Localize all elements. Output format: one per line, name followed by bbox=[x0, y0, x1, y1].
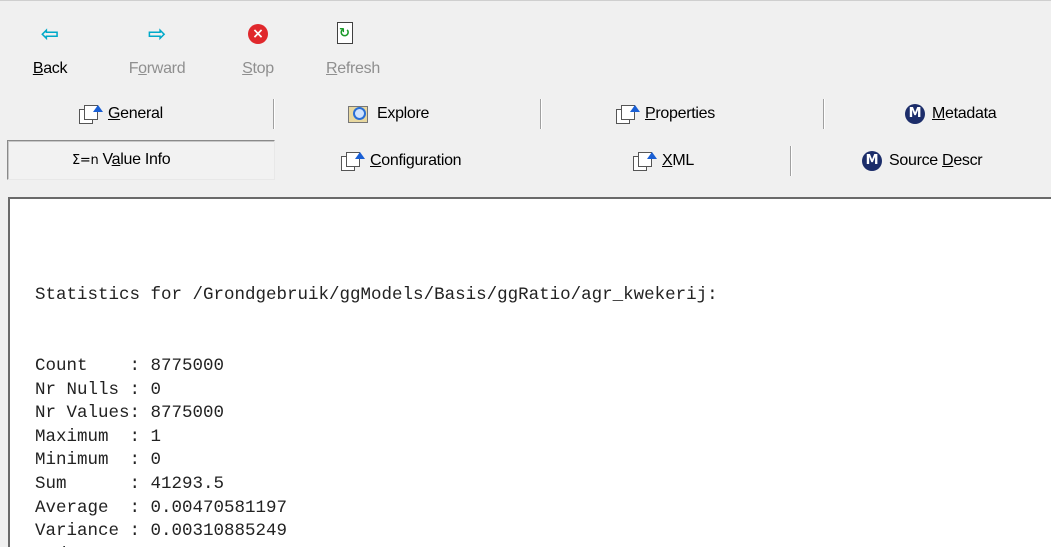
refresh-icon bbox=[337, 22, 353, 44]
forward-label: Forward bbox=[128, 60, 186, 77]
statistic-value: 8775000 bbox=[150, 355, 225, 376]
statistic-label: Average bbox=[35, 497, 130, 518]
tab-value-info-label: Value Info bbox=[102, 151, 171, 168]
forward-arrow-icon: ⇨ bbox=[147, 21, 167, 46]
tab-separator bbox=[540, 99, 542, 129]
statistic-value: 0 bbox=[150, 379, 162, 400]
statistic-row: Maximum : 1 bbox=[35, 426, 718, 450]
statistic-label: Variance bbox=[35, 521, 130, 542]
statistic-row: Sum : 41293.5 bbox=[35, 473, 718, 497]
statistic-separator: : bbox=[129, 355, 151, 376]
tab-source-descr[interactable]: M Source Descr bbox=[862, 147, 983, 175]
statistic-separator: : bbox=[129, 450, 151, 471]
tab-general-label: General bbox=[108, 105, 163, 122]
forward-button[interactable]: ⇨ Forward bbox=[118, 18, 196, 84]
statistic-separator: : bbox=[129, 521, 151, 542]
explore-icon bbox=[348, 105, 370, 123]
refresh-label: Refresh bbox=[326, 60, 380, 77]
statistic-label: Sum bbox=[35, 473, 130, 494]
statistic-row: Variance : 0.00310885249 bbox=[35, 520, 718, 544]
tab-general[interactable]: General bbox=[79, 100, 163, 128]
statistic-separator: : bbox=[129, 379, 151, 400]
metadata-icon: M bbox=[905, 103, 925, 124]
statistic-row: Average : 0.00470581197 bbox=[35, 497, 718, 521]
tab-separator bbox=[823, 99, 825, 129]
statistic-value: 0.00470581197 bbox=[150, 497, 288, 518]
statistic-separator: : bbox=[129, 403, 151, 424]
statistic-label: Count bbox=[35, 355, 130, 376]
tab-explore-label: Explore bbox=[377, 105, 430, 122]
statistic-label: Nr Values bbox=[35, 403, 130, 424]
value-info-panel: Statistics for /Grondgebruik/ggModels/Ba… bbox=[8, 197, 1051, 547]
tab-xml-label: XML bbox=[662, 152, 695, 169]
tab-separator bbox=[273, 99, 275, 129]
statistic-value: 0 bbox=[150, 450, 162, 471]
tab-metadata[interactable]: M Metadata bbox=[905, 100, 997, 128]
back-button[interactable]: ⇦ Back bbox=[32, 18, 68, 84]
tab-xml[interactable]: XML bbox=[633, 147, 694, 175]
tab-explore[interactable]: Explore bbox=[348, 100, 429, 128]
statistic-separator: : bbox=[129, 473, 151, 494]
properties-sheet-icon bbox=[616, 104, 640, 124]
statistic-row: Minimum : 0 bbox=[35, 449, 718, 473]
statistic-separator: : bbox=[129, 497, 151, 518]
statistics-text: Statistics for /Grondgebruik/ggModels/Ba… bbox=[35, 237, 718, 547]
stop-button[interactable]: × Stop bbox=[234, 18, 282, 84]
tab-properties-label: Properties bbox=[645, 105, 715, 122]
statistics-header: Statistics for /Grondgebruik/ggModels/Ba… bbox=[35, 285, 718, 306]
statistic-value: 1 bbox=[150, 426, 162, 447]
navigation-toolbar: ⇦ Back ⇨ Forward × Stop Refresh bbox=[0, 18, 1051, 86]
tab-configuration[interactable]: Configuration bbox=[341, 147, 462, 175]
statistic-separator: : bbox=[129, 426, 151, 447]
stop-label: Stop bbox=[242, 60, 274, 77]
tab-configuration-label: Configuration bbox=[370, 152, 462, 169]
sigma-icon: Σ=n bbox=[72, 153, 99, 168]
stop-icon: × bbox=[248, 24, 268, 44]
statistic-value: 8775000 bbox=[150, 403, 225, 424]
properties-sheet-icon bbox=[633, 151, 657, 171]
back-arrow-icon: ⇦ bbox=[40, 21, 60, 46]
statistic-label: Nr Nulls bbox=[35, 379, 130, 400]
back-label: Back bbox=[32, 60, 68, 77]
tab-metadata-label: Metadata bbox=[932, 105, 997, 122]
statistic-row: Nr Values: 8775000 bbox=[35, 402, 718, 426]
statistic-label: Minimum bbox=[35, 450, 130, 471]
statistic-row: Nr Nulls : 0 bbox=[35, 379, 718, 403]
tab-source-descr-label: Source Descr bbox=[889, 152, 983, 169]
metadata-icon: M bbox=[862, 150, 882, 171]
statistic-value: 41293.5 bbox=[150, 473, 225, 494]
top-border bbox=[0, 0, 1051, 1]
properties-sheet-icon bbox=[79, 104, 103, 124]
tab-value-info-content: Σ=n Value Info bbox=[72, 146, 171, 174]
properties-sheet-icon bbox=[341, 151, 365, 171]
statistic-row: Count : 8775000 bbox=[35, 355, 718, 379]
tab-value-info[interactable]: Σ=n Value Info bbox=[7, 140, 275, 180]
tab-separator bbox=[790, 146, 792, 176]
statistic-label: Maximum bbox=[35, 426, 130, 447]
tab-properties[interactable]: Properties bbox=[616, 100, 715, 128]
refresh-button[interactable]: Refresh bbox=[320, 18, 400, 84]
statistic-value: 0.00310885249 bbox=[150, 521, 288, 542]
